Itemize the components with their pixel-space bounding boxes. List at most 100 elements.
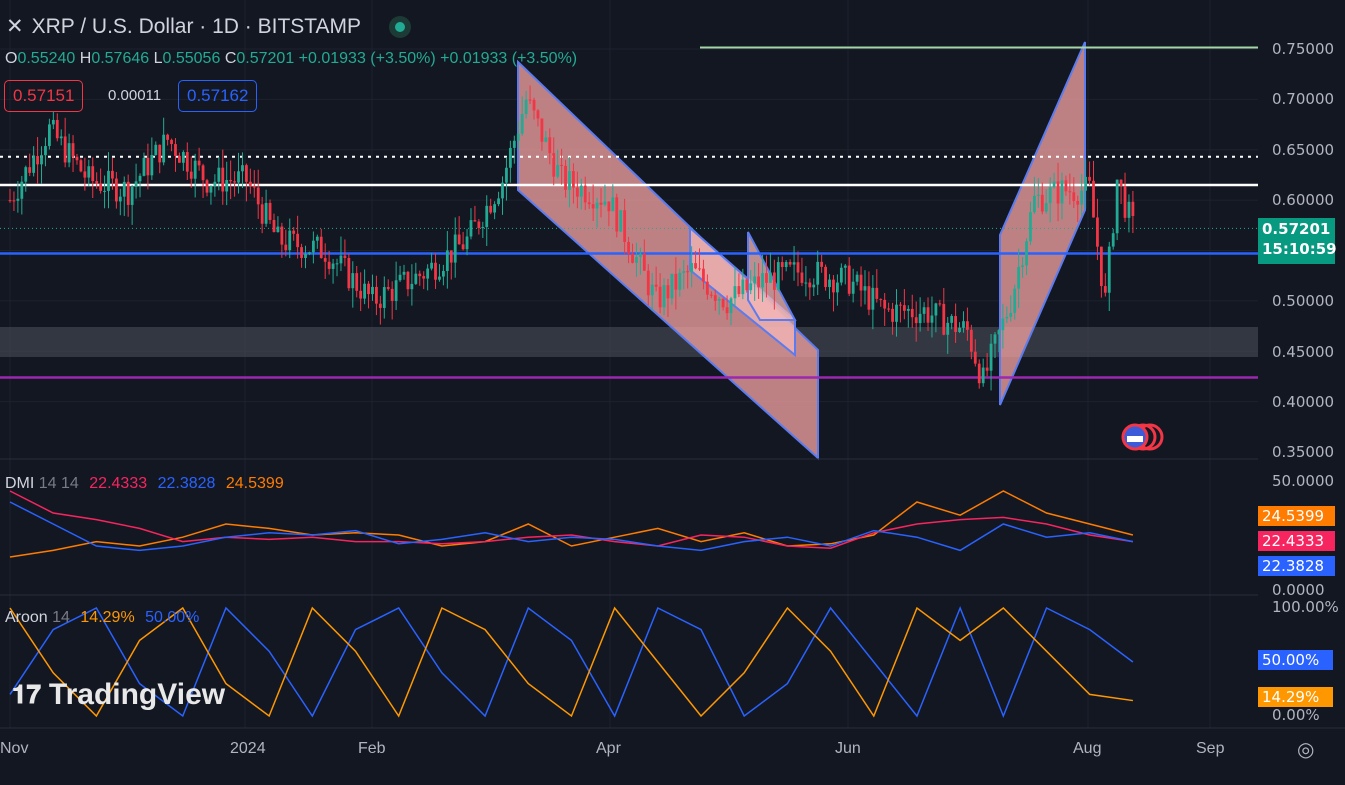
candle-body (836, 282, 839, 293)
candle-body (508, 147, 512, 168)
price-label: 0.50000 (1272, 292, 1335, 310)
candle-body (319, 236, 323, 259)
candle-body (847, 265, 851, 294)
candle-body (55, 119, 59, 139)
candle-body (422, 276, 426, 279)
candle-body (12, 200, 16, 202)
candle-body (973, 351, 977, 364)
chart-canvas[interactable] (0, 0, 1345, 785)
candle-body (16, 198, 20, 201)
sell-button[interactable]: 0.57151 (4, 80, 84, 112)
candle-body (820, 261, 824, 267)
xrp-x-icon: ✕ (6, 15, 24, 38)
candle-body (902, 305, 906, 311)
candle-body (229, 180, 233, 182)
candle-body (178, 155, 181, 163)
candle-body (418, 273, 422, 277)
aroon-legend[interactable]: Aroon 14 14.29% 50.00% (5, 609, 199, 627)
falling-channel-large[interactable] (517, 59, 819, 461)
candle-body (489, 205, 493, 213)
symbol-title: XRP / U.S. Dollar · 1D · BITSTAMP (31, 14, 362, 38)
candle-body (717, 298, 721, 301)
time-label: Apr (596, 740, 621, 757)
bar-countdown: 15:10:59 (1262, 240, 1337, 258)
candle-body (635, 256, 638, 263)
candle-body (272, 219, 276, 233)
candle-body (686, 271, 690, 273)
candle-body (1005, 316, 1009, 319)
price-label: 0.70000 (1272, 90, 1335, 108)
symbol-header[interactable]: ✕ XRP / U.S. Dollar · 1D · BITSTAMP (6, 14, 412, 39)
candle-body (79, 160, 83, 172)
candle-body (639, 253, 642, 257)
candle-body (650, 284, 654, 296)
candle-body (304, 253, 307, 259)
candle-body (245, 165, 248, 182)
candle-body (331, 263, 335, 269)
candle-body (449, 250, 453, 263)
candle-body (709, 294, 713, 296)
buy-button[interactable]: 0.57162 (178, 80, 258, 112)
market-status-icon[interactable] (389, 15, 412, 38)
candle-body (725, 307, 729, 314)
candle-body (564, 165, 567, 190)
dmi-legend[interactable]: DMI 14 14 22.4333 22.3828 24.5399 (5, 475, 284, 493)
open-value: 0.55240 (17, 50, 76, 67)
candle-body (741, 279, 745, 295)
candle-body (812, 284, 816, 288)
candle-body (1123, 186, 1127, 218)
candle-body (694, 263, 697, 269)
candle-body (899, 304, 902, 306)
candle-body (1013, 288, 1017, 313)
candle-body (323, 258, 327, 262)
candle-body (977, 363, 981, 384)
dmi-axis-label: 0.0000 (1272, 581, 1325, 599)
candle-body (654, 284, 658, 287)
candle-body (516, 133, 520, 141)
candle-body (997, 330, 1001, 335)
candle-body (670, 273, 674, 299)
candle-body (1103, 286, 1107, 293)
candle-body (678, 272, 682, 290)
candle-body (406, 271, 410, 290)
candle-body (1068, 191, 1072, 193)
candle-body (28, 167, 32, 173)
candle-body (193, 160, 197, 179)
candle-body (1076, 200, 1080, 205)
candle-body (1040, 194, 1044, 212)
candle-body (587, 202, 591, 205)
candle-body (114, 178, 118, 202)
price-label: 0.45000 (1272, 343, 1335, 361)
flag-icon[interactable] (1121, 423, 1164, 451)
candle-body (560, 164, 563, 166)
candle-body (674, 273, 678, 290)
candle-body (1088, 176, 1091, 181)
candle-body (205, 180, 209, 193)
candle-body (363, 283, 366, 299)
candle-body (300, 247, 303, 259)
time-label: Sep (1196, 740, 1225, 757)
spread-value: 0.00011 (108, 87, 162, 104)
candle-body (256, 187, 260, 205)
candle-body (548, 137, 552, 154)
candle-body (95, 181, 99, 184)
candle-body (757, 276, 760, 288)
candle-body (107, 170, 110, 191)
candle-body (63, 136, 67, 163)
plus-di-badge: 22.4333 (1258, 531, 1335, 551)
aroon-axis-label: 100.00% (1272, 598, 1339, 616)
candle-body (1064, 180, 1068, 192)
candle-body (662, 285, 666, 308)
support-zone[interactable] (0, 327, 1258, 357)
candle-body (922, 307, 926, 314)
candle-body (59, 136, 63, 139)
settings-eye-icon[interactable]: ◎ (1297, 737, 1314, 762)
aroon-down-badge: 50.00% (1258, 650, 1333, 670)
candle-body (879, 298, 883, 300)
candle-body (217, 167, 221, 182)
candle-body (1099, 246, 1103, 287)
candle-body (946, 322, 950, 335)
candle-body (71, 143, 75, 157)
candle-body (162, 134, 166, 163)
candle-body (698, 268, 701, 270)
